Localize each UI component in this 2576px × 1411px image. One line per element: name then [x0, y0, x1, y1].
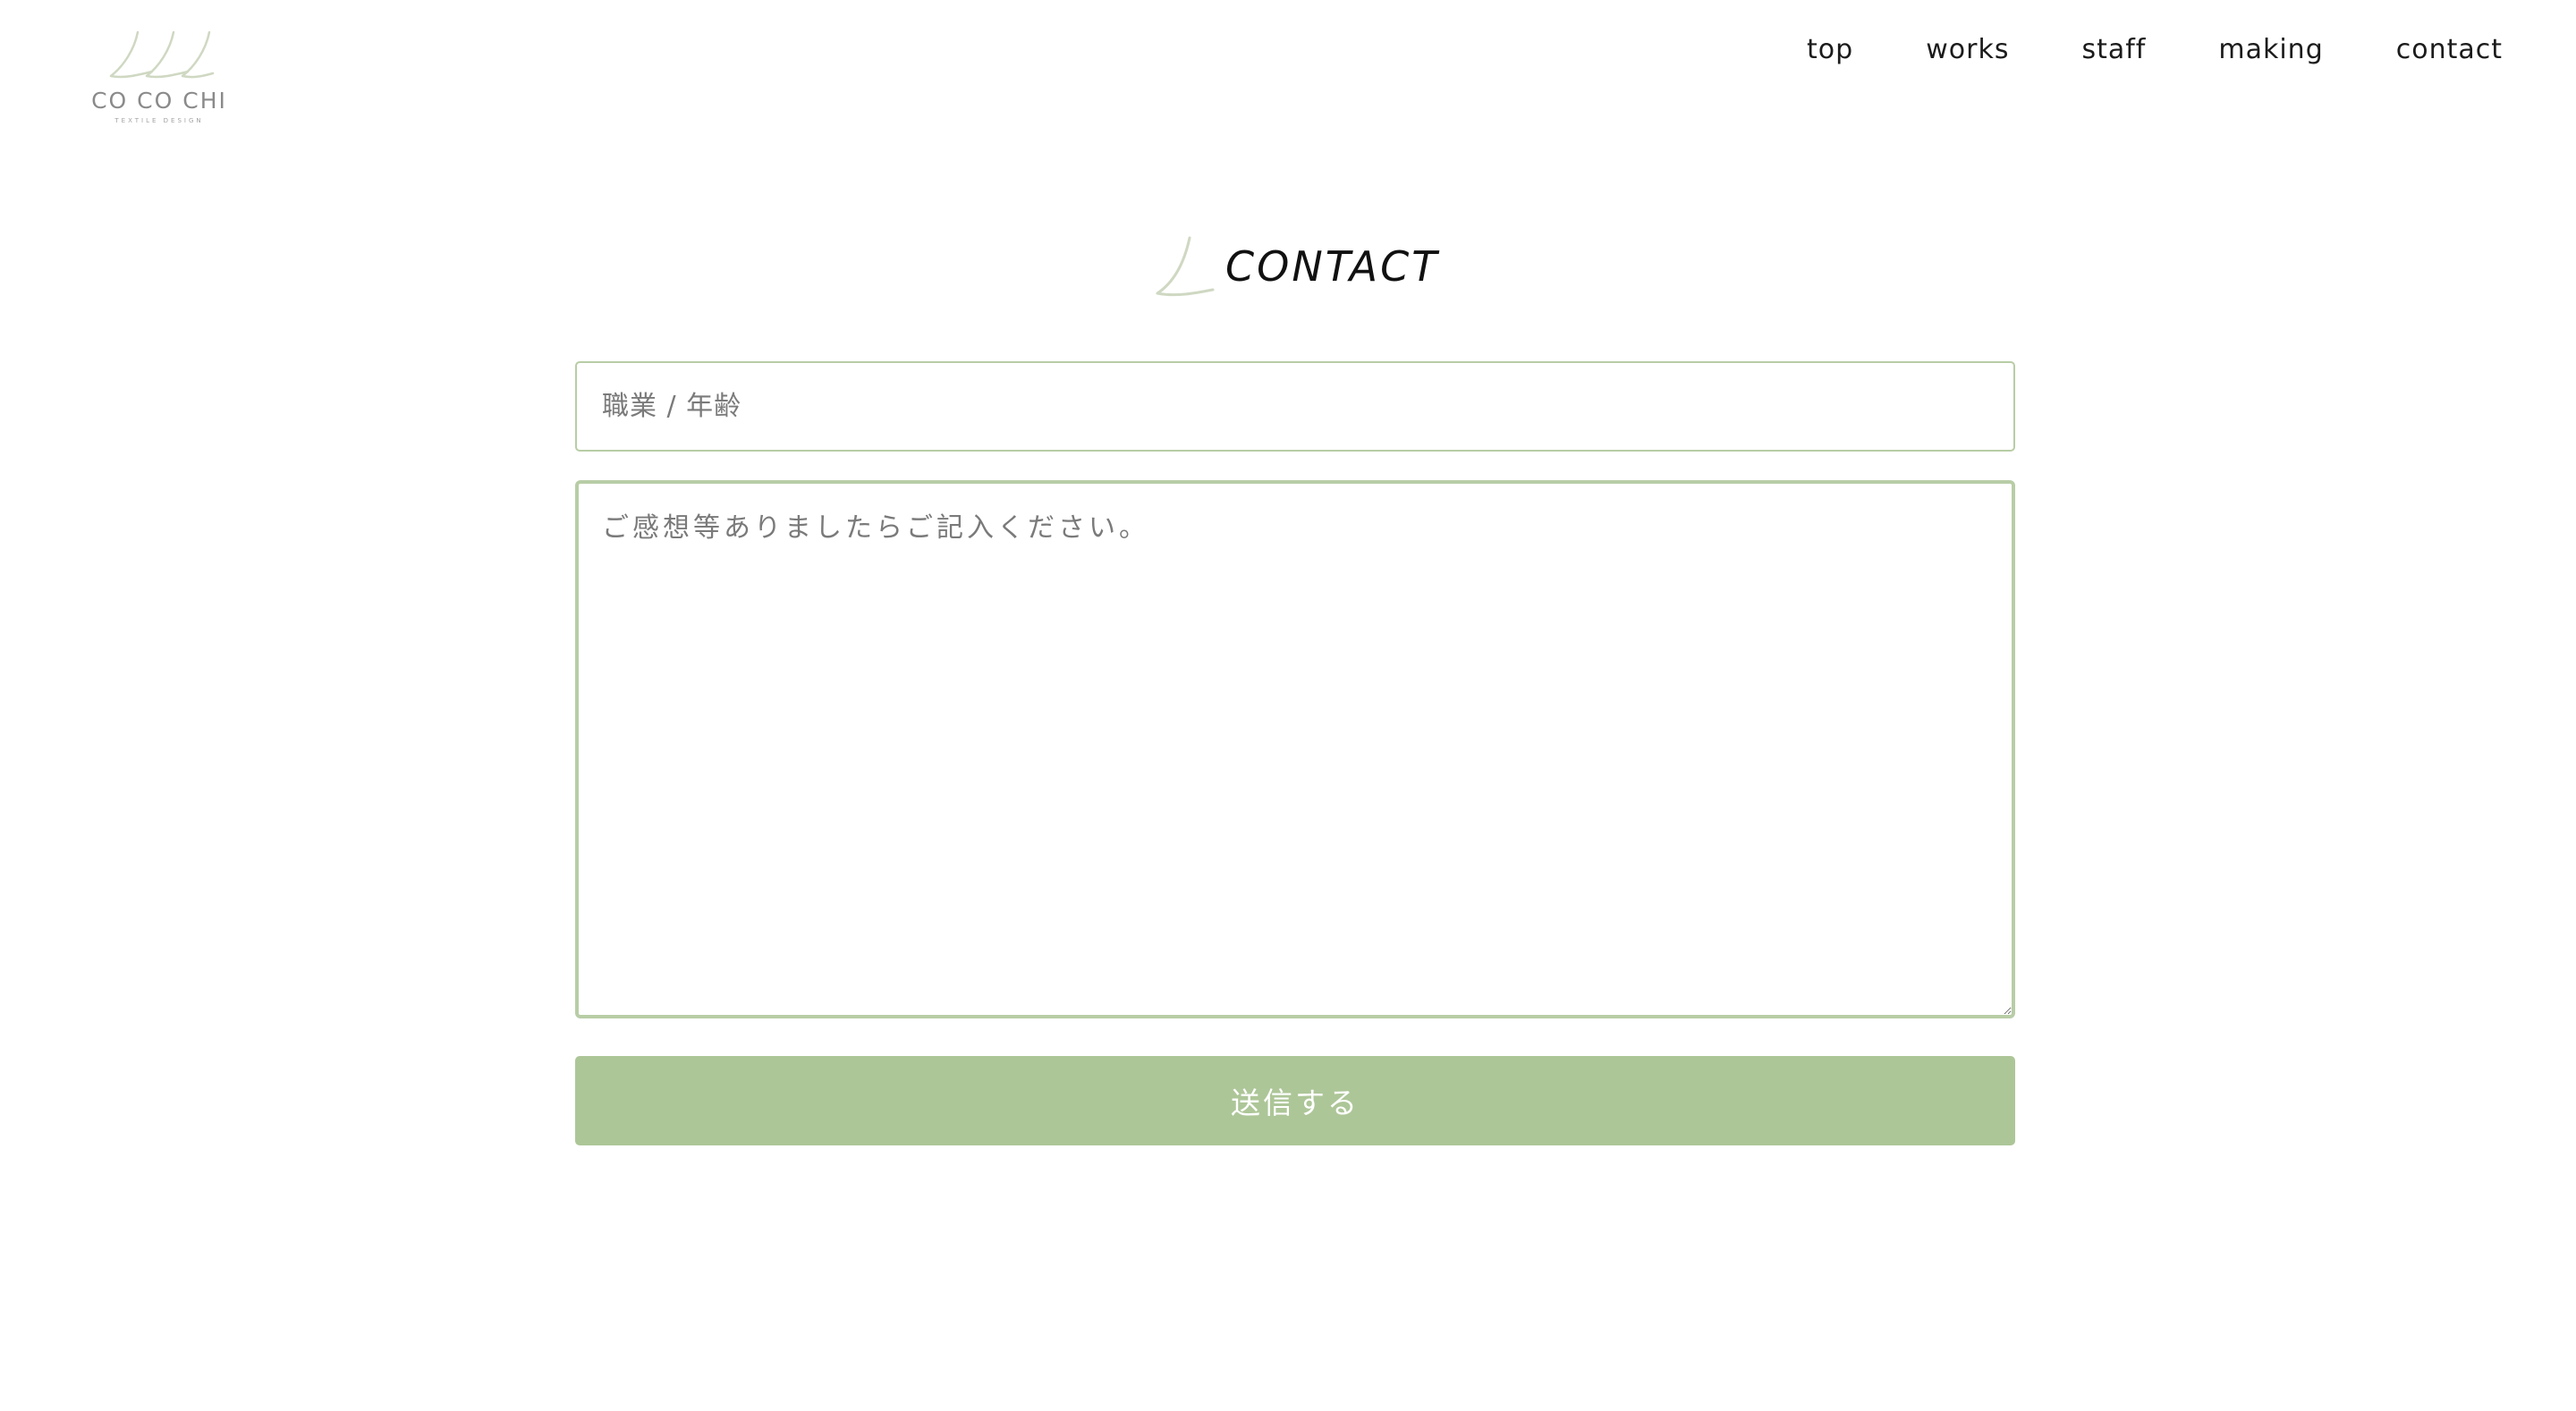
nav-item-staff[interactable]: staff: [2081, 32, 2146, 68]
title-mark-icon: [1156, 236, 1215, 297]
nav-item-making[interactable]: making: [2218, 32, 2323, 68]
page-title-group: CONTACT: [1154, 220, 1439, 300]
cocochi-logo-mark-icon: [109, 30, 215, 79]
nav-item-works[interactable]: works: [1926, 32, 2009, 68]
logo-subtitle: TEXTILE DESIGN: [114, 117, 204, 124]
page-title: CONTACT: [1225, 242, 1440, 291]
occupation-age-input[interactable]: [575, 361, 2015, 452]
nav-item-contact[interactable]: contact: [2396, 32, 2503, 68]
submit-button[interactable]: 送信する: [575, 1056, 2015, 1145]
main-nav: top works staff making contact: [1807, 32, 2503, 68]
logo-link[interactable]: CO CO CHI TEXTILE DESIGN: [88, 20, 231, 136]
contact-form: 送信する: [575, 361, 2015, 1145]
nav-item-top[interactable]: top: [1807, 32, 1853, 68]
logo-wordmark: CO CO CHI: [91, 88, 227, 114]
message-textarea[interactable]: [575, 480, 2015, 1018]
